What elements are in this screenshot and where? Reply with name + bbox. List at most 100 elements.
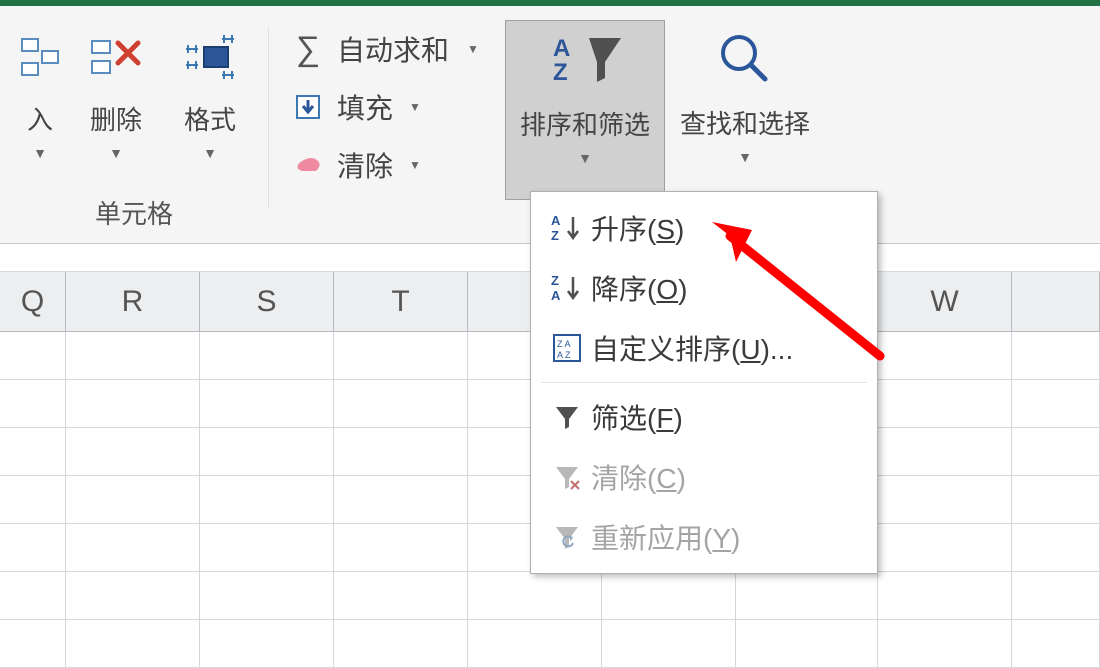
cell[interactable] xyxy=(66,380,200,428)
cell[interactable] xyxy=(200,476,334,524)
menu-sort-descending[interactable]: Z A 降序(O) xyxy=(531,258,877,318)
cell[interactable] xyxy=(66,524,200,572)
cell[interactable] xyxy=(1012,524,1100,572)
cell[interactable] xyxy=(0,620,66,668)
chevron-down-icon: ▼ xyxy=(578,150,592,166)
insert-button[interactable]: 入 ▼ xyxy=(14,20,66,161)
cell[interactable] xyxy=(200,332,334,380)
cell[interactable] xyxy=(1012,380,1100,428)
cell[interactable] xyxy=(878,476,1012,524)
editing-group-stack: ∑ 自动求和 ▼ 填充 ▼ xyxy=(269,20,505,243)
eraser-icon xyxy=(291,155,325,175)
cell[interactable] xyxy=(1012,620,1100,668)
cell[interactable] xyxy=(602,620,736,668)
cell[interactable] xyxy=(1012,572,1100,620)
cell[interactable] xyxy=(602,572,736,620)
sort-asc-icon: A Z xyxy=(543,212,591,244)
cell[interactable] xyxy=(334,572,468,620)
cell[interactable] xyxy=(0,524,66,572)
cell[interactable] xyxy=(66,476,200,524)
cell[interactable] xyxy=(66,332,200,380)
format-label: 格式 xyxy=(184,100,236,137)
cells-group: 入 ▼ 删除 ▼ xyxy=(0,20,268,243)
cell[interactable] xyxy=(0,476,66,524)
menu-sort-ascending[interactable]: A Z 升序(S) xyxy=(531,198,877,258)
cell[interactable] xyxy=(200,428,334,476)
cell[interactable] xyxy=(334,524,468,572)
menu-custom-sort[interactable]: Z A A Z 自定义排序(U)... xyxy=(531,318,877,378)
cell[interactable] xyxy=(878,428,1012,476)
cell[interactable] xyxy=(0,380,66,428)
cell[interactable] xyxy=(1012,476,1100,524)
delete-cells-icon xyxy=(88,24,144,90)
cell[interactable] xyxy=(1012,428,1100,476)
insert-label: 入 xyxy=(27,100,53,137)
col-header-W[interactable]: W xyxy=(878,272,1012,331)
custom-sort-icon: Z A A Z xyxy=(543,333,591,363)
cell[interactable] xyxy=(878,620,1012,668)
chevron-down-icon: ▼ xyxy=(33,145,47,161)
clear-button[interactable]: 清除 ▼ xyxy=(291,142,497,188)
cell[interactable] xyxy=(1012,332,1100,380)
svg-text:Z A: Z A xyxy=(557,339,571,349)
chevron-down-icon: ▼ xyxy=(109,145,123,161)
cell[interactable] xyxy=(468,620,602,668)
cell[interactable] xyxy=(0,572,66,620)
table-row xyxy=(0,620,1100,668)
menu-clear-filter: 清除(C) xyxy=(531,447,877,507)
sort-filter-icon: A Z xyxy=(545,25,625,95)
cell[interactable] xyxy=(200,524,334,572)
col-header-T[interactable]: T xyxy=(334,272,468,331)
fill-label: 填充 xyxy=(337,87,393,127)
col-header-Q[interactable]: Q xyxy=(0,272,66,331)
magnifier-icon xyxy=(717,24,773,94)
svg-text:A: A xyxy=(551,213,561,228)
insert-cells-icon xyxy=(20,24,60,90)
cell[interactable] xyxy=(468,572,602,620)
find-select-button[interactable]: 查找和选择 ▼ xyxy=(665,20,825,165)
col-header-R[interactable]: R xyxy=(66,272,200,331)
delete-label: 删除 xyxy=(90,100,142,137)
cell[interactable] xyxy=(66,428,200,476)
cell[interactable] xyxy=(66,620,200,668)
cell[interactable] xyxy=(200,620,334,668)
cell[interactable] xyxy=(334,428,468,476)
sort-filter-button[interactable]: A Z 排序和筛选 ▼ xyxy=(505,20,665,200)
cell[interactable] xyxy=(878,332,1012,380)
cell[interactable] xyxy=(878,572,1012,620)
fill-down-icon xyxy=(291,94,325,120)
cell[interactable] xyxy=(334,476,468,524)
fill-button[interactable]: 填充 ▼ xyxy=(291,84,497,130)
menu-filter[interactable]: 筛选(F) xyxy=(531,387,877,447)
cell[interactable] xyxy=(736,620,878,668)
cell[interactable] xyxy=(878,380,1012,428)
cell[interactable] xyxy=(334,332,468,380)
cell[interactable] xyxy=(878,524,1012,572)
autosum-label: 自动求和 xyxy=(337,29,449,69)
cell[interactable] xyxy=(200,572,334,620)
cell[interactable] xyxy=(736,572,878,620)
col-header-S[interactable]: S xyxy=(200,272,334,331)
format-button[interactable]: 格式 ▼ xyxy=(166,20,254,161)
funnel-clear-icon xyxy=(543,463,591,491)
cell[interactable] xyxy=(0,428,66,476)
funnel-reapply-icon xyxy=(543,523,591,551)
cell[interactable] xyxy=(200,380,334,428)
menu-reapply: 重新应用(Y) xyxy=(531,507,877,567)
cell[interactable] xyxy=(66,572,200,620)
svg-text:Z: Z xyxy=(551,228,559,243)
col-header-X[interactable] xyxy=(1012,272,1100,331)
cell[interactable] xyxy=(0,332,66,380)
svg-text:A: A xyxy=(553,35,570,62)
sigma-icon: ∑ xyxy=(291,30,325,69)
sort-filter-label: 排序和筛选 xyxy=(520,105,650,142)
cell[interactable] xyxy=(334,620,468,668)
funnel-icon xyxy=(543,403,591,431)
table-row xyxy=(0,572,1100,620)
delete-button[interactable]: 删除 ▼ xyxy=(72,20,160,161)
clear-label: 清除 xyxy=(337,145,393,185)
sort-filter-menu: A Z 升序(S) Z A 降序(O) Z A A Z 自定义排序(U)... xyxy=(530,191,878,574)
autosum-button[interactable]: ∑ 自动求和 ▼ xyxy=(291,26,497,72)
cell[interactable] xyxy=(334,380,468,428)
sort-desc-icon: Z A xyxy=(543,272,591,304)
